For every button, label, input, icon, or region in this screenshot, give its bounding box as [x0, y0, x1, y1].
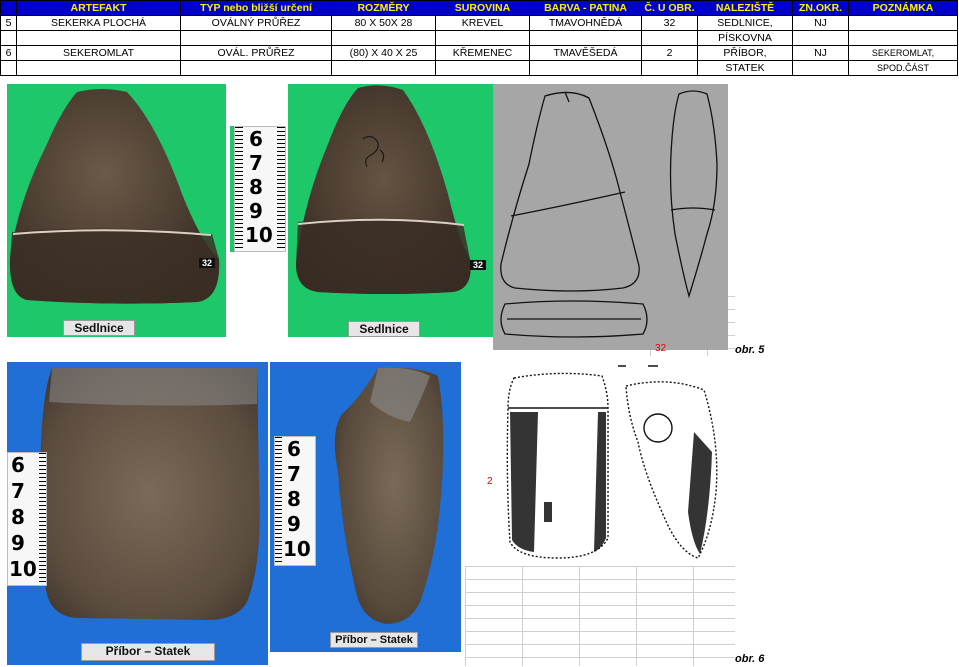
- table-cell: 5: [0, 15, 17, 31]
- header-cell: SUROVINA: [435, 0, 530, 16]
- table-cell: [792, 60, 849, 76]
- table-cell: 32: [641, 15, 698, 31]
- table-cell: SEDLNICE,: [697, 15, 793, 31]
- table-cell: [0, 30, 17, 46]
- table-cell: (80) X 40 X 25: [331, 45, 436, 61]
- drawing-pribor: [498, 362, 734, 566]
- ruler-mark: 6: [249, 127, 263, 151]
- table-cell: NJ: [792, 15, 849, 31]
- photo-sedlnice-front: Sedlnice 32: [7, 84, 226, 337]
- table-cell: OVÁL. PRŮŘEZ: [180, 45, 332, 61]
- ruler-mark: 8: [11, 505, 25, 529]
- ruler-mark: 9: [11, 531, 25, 555]
- photo-pribor-side: Příbor – Statek 6 7 8 9 10: [270, 362, 461, 652]
- header-cell: TYP nebo bližší určení: [180, 0, 332, 16]
- site-label-plate: Příbor – Statek: [330, 632, 418, 648]
- header-cell: Č. U OBR.: [641, 0, 698, 16]
- table-cell: 2: [641, 45, 698, 61]
- table-cell: [641, 30, 698, 46]
- table-row: 5 SEKERKA PLOCHÁ OVÁLNÝ PRŮŘEZ 80 X 50X …: [0, 15, 958, 31]
- table-cell: SPOD.ČÁST: [848, 60, 958, 76]
- table-row: 6 SEKEROMLAT OVÁL. PRŮŘEZ (80) X 40 X 25…: [0, 45, 958, 61]
- table-cell: TMAVOHNĚDÁ: [529, 15, 642, 31]
- ruler-mark: 9: [287, 512, 301, 536]
- drawing-number-label: 2: [487, 476, 493, 487]
- table-cell: [848, 30, 958, 46]
- table-cell: [16, 60, 181, 76]
- photo-sedlnice-back: Sedlnice 32: [288, 84, 493, 337]
- table-cell: [180, 60, 332, 76]
- axe-photo-front: [9, 89, 220, 304]
- table-header-row: ARTEFAKT TYP nebo bližší určení ROZMĚRY …: [0, 0, 958, 16]
- drawing-number-label: 32: [655, 343, 667, 354]
- table-cell: [435, 60, 530, 76]
- table-cell: PÍSKOVNA: [697, 30, 793, 46]
- table-cell: [848, 15, 958, 31]
- ruler-mark: 8: [287, 487, 301, 511]
- table-cell: STATEK: [697, 60, 793, 76]
- axe-outline-drawing: [500, 90, 718, 338]
- axe-hammer-outline-drawing: [506, 365, 718, 559]
- table-cell: [16, 30, 181, 46]
- table-cell: [641, 60, 698, 76]
- ruler-mark: 6: [287, 437, 301, 461]
- drawing-sedlnice: [493, 84, 728, 350]
- axe-photo-back: [296, 85, 471, 294]
- ruler-mark: 8: [249, 175, 263, 199]
- table-cell: [792, 30, 849, 46]
- object-number-tag: 32: [470, 260, 487, 270]
- measuring-ruler: 6 7 8 9 10: [274, 436, 316, 566]
- header-cell: [0, 0, 17, 16]
- ruler-mark: 7: [249, 151, 263, 175]
- table-cell: [435, 30, 530, 46]
- measuring-ruler: 6 7 8 9 10: [7, 452, 47, 586]
- table-cell: 6: [0, 45, 17, 61]
- photo-pribor-front: Příbor – Statek 6 7 8 9 10: [7, 362, 268, 665]
- figure-caption: obr. 6: [735, 653, 765, 665]
- ruler-mark: 6: [11, 453, 25, 477]
- header-cell: POZNÁMKA: [848, 0, 958, 16]
- header-cell: BARVA - PATINA: [529, 0, 642, 16]
- ruler-mark: 10: [245, 223, 273, 247]
- header-cell: ZN.OKR.: [792, 0, 849, 16]
- figure-caption: obr. 5: [735, 344, 765, 356]
- ruler-mark: 9: [249, 199, 263, 223]
- table-cell: KREVEL: [435, 15, 530, 31]
- table-cell: [529, 30, 642, 46]
- table-cell: SEKEROMLAT: [16, 45, 181, 61]
- ruler-mark: 10: [283, 537, 311, 561]
- table-cell: [0, 60, 17, 76]
- header-cell: NALEZIŠTĚ: [697, 0, 793, 16]
- table-row: PÍSKOVNA: [0, 30, 958, 46]
- object-number-tag: 32: [199, 258, 216, 268]
- ruler-mark: 7: [11, 479, 25, 503]
- table-cell: KŘEMENEC: [435, 45, 530, 61]
- ruler-mark: 7: [287, 462, 301, 486]
- table-cell: SEKERKA PLOCHÁ: [16, 15, 181, 31]
- site-label-plate: Příbor – Statek: [81, 643, 215, 661]
- table-cell: PŘÍBOR,: [697, 45, 793, 61]
- catalogue-table: ARTEFAKT TYP nebo bližší určení ROZMĚRY …: [0, 0, 958, 76]
- table-row: STATEK SPOD.ČÁST: [0, 60, 958, 76]
- table-cell: [180, 30, 332, 46]
- table-cell: [331, 60, 436, 76]
- table-cell: SEKEROMLAT,: [848, 45, 958, 61]
- table-cell: [529, 60, 642, 76]
- measuring-ruler: 6 7 8 9 10: [230, 126, 286, 252]
- site-label-plate: Sedlnice: [63, 320, 135, 336]
- sheet-gridlines: [465, 566, 735, 666]
- table-cell: NJ: [792, 45, 849, 61]
- table-cell: [331, 30, 436, 46]
- ruler-mark: 10: [9, 557, 37, 581]
- site-label-plate: Sedlnice: [348, 321, 420, 337]
- header-cell: ROZMĚRY: [331, 0, 436, 16]
- table-cell: OVÁLNÝ PRŮŘEZ: [180, 15, 332, 31]
- table-cell: TMAVĚŠEDÁ: [529, 45, 642, 61]
- header-cell: ARTEFAKT: [16, 0, 181, 16]
- table-cell: 80 X 50X 28: [331, 15, 436, 31]
